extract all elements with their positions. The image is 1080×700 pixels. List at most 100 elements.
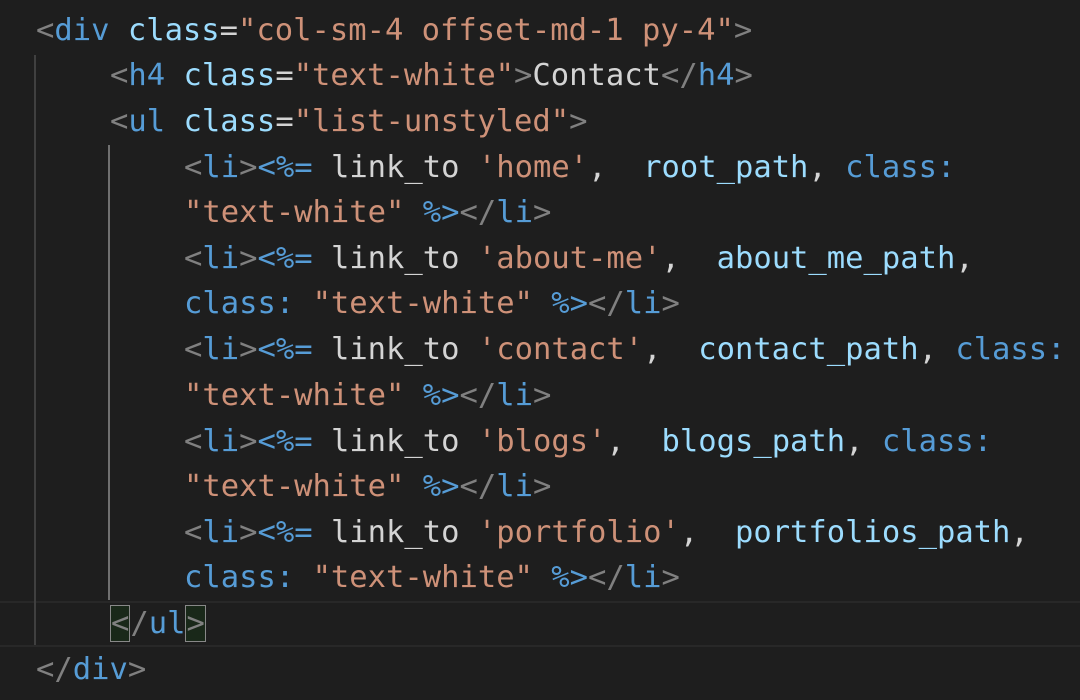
code-token: 'home' [477,150,589,185]
code-line[interactable]: <li><%= link_to 'blogs', blogs_path, cla… [184,419,992,465]
code-token: </ [588,286,625,321]
code-line[interactable]: class: "text-white" %></li> [184,555,680,601]
code-token: < [184,332,203,367]
code-token: </ [459,469,497,504]
indent-guide-outer [34,55,36,645]
code-token: < [184,424,203,459]
code-token: </ [660,58,698,93]
code-token: class [127,13,220,48]
code-token: root_path [643,150,809,185]
code-token: </ [588,560,625,595]
code-line[interactable]: <li><%= link_to 'home', root_path, class… [184,145,955,191]
code-editor[interactable]: <div class="col-sm-4 offset-md-1 py-4"> <… [0,0,1080,700]
code-token: li [496,469,533,504]
code-line[interactable]: <div class="col-sm-4 offset-md-1 py-4"> [36,8,752,54]
code-token: , [606,424,662,459]
code-token: < [184,150,203,185]
code-token: <%= [257,515,313,550]
code-token: li [202,332,240,367]
code-token: , [679,515,735,550]
code-line[interactable]: class: "text-white" %></li> [184,281,680,327]
code-token: li [202,150,240,185]
code-token: li [202,424,240,459]
code-token: 'about-me' [477,241,662,276]
code-token: </ [459,378,497,413]
code-token: "list-unstyled" [293,104,570,139]
code-token: li [624,286,662,321]
code-token: class: [955,332,1066,367]
code-token: = [219,13,239,48]
code-token: > [127,652,147,687]
code-line[interactable]: </ul> [110,601,206,647]
code-token: > [239,150,258,185]
code-token: class: [881,424,993,459]
code-token: link_to [330,332,460,367]
code-token: , [643,332,699,367]
code-token: class: [184,286,295,321]
code-token: <%= [257,150,313,185]
code-token: class: [845,150,956,185]
code-token: %> [422,378,460,413]
code-token: > [569,104,588,139]
code-token: "text-white" [293,58,515,93]
code-token: > [514,58,533,93]
code-token: link_to [330,424,460,459]
code-token: "text-white" [312,286,533,321]
code-line[interactable]: </div> [36,647,146,693]
code-token: > [661,286,680,321]
code-token: "text-white" [184,195,405,230]
code-token: <%= [257,332,313,367]
code-line[interactable]: "text-white" %></li> [184,373,551,419]
code-token: , [661,241,717,276]
code-token: > [239,424,258,459]
code-token: , [588,150,644,185]
code-line[interactable]: "text-white" %></li> [184,190,551,236]
code-token: "col-sm-4 offset-md-1 py-4" [238,13,734,48]
code-token: %> [551,286,589,321]
code-token: "text-white" [184,469,405,504]
code-line[interactable]: <ul class="list-unstyled"> [110,99,588,145]
code-token: %> [422,469,460,504]
code-token: > [532,469,552,504]
code-line[interactable]: <li><%= link_to 'about-me', about_me_pat… [184,236,974,282]
code-token: , [845,424,882,459]
code-token: , [955,241,974,276]
code-token: class: [184,560,295,595]
code-token: </ [36,652,73,687]
code-line[interactable]: <h4 class="text-white">Contact</h4> [110,53,753,99]
code-token: class [183,58,276,93]
code-token: blogs_path [661,424,846,459]
code-token: %> [551,560,589,595]
code-token: > [239,241,258,276]
code-token: > [734,58,753,93]
code-token: > [532,378,552,413]
code-token: li [496,195,533,230]
code-line[interactable]: "text-white" %></li> [184,464,551,510]
code-token: = [275,104,294,139]
code-line[interactable]: <li><%= link_to 'portfolio', portfolios_… [184,510,1029,556]
code-token: > [733,13,753,48]
code-token: class [183,104,276,139]
code-token: h4 [128,58,166,93]
code-token: h4 [697,58,735,93]
code-token: > [185,605,206,642]
code-token: = [275,58,294,93]
code-token: < [110,605,131,642]
code-token: < [184,241,203,276]
code-line[interactable]: <li><%= link_to 'contact', contact_path,… [184,327,1066,373]
